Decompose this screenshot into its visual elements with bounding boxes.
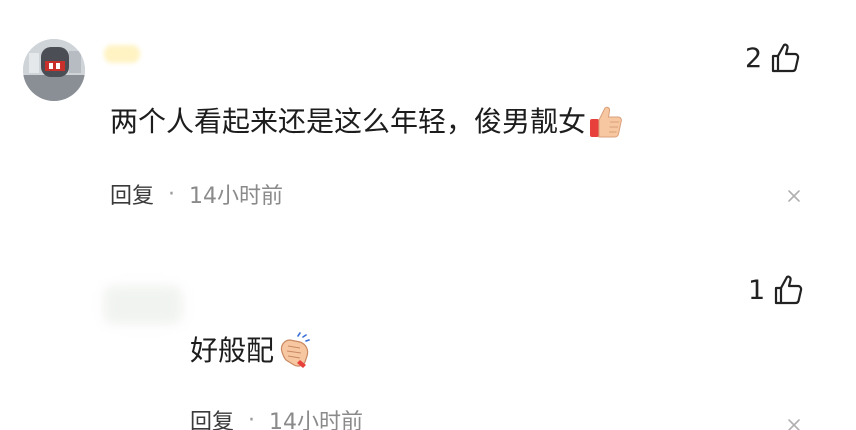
avatar-image bbox=[23, 39, 85, 101]
close-icon[interactable] bbox=[787, 418, 801, 430]
separator-dot: · bbox=[168, 181, 176, 207]
comment-meta: 回复 · 14小时前 bbox=[190, 404, 363, 430]
comment-meta: 回复 · 14小时前 bbox=[110, 178, 283, 210]
like-button[interactable]: 1 bbox=[748, 274, 803, 306]
reply-button[interactable]: 回复 bbox=[190, 404, 234, 430]
reply-button[interactable]: 回复 bbox=[110, 178, 154, 210]
comment-text: 两个人看起来还是这么年轻，俊男靓女 bbox=[110, 104, 624, 140]
username-blurred[interactable] bbox=[104, 286, 182, 324]
like-count: 2 bbox=[745, 42, 763, 74]
timestamp: 14小时前 bbox=[269, 410, 364, 430]
thumbs-up-icon bbox=[590, 106, 622, 138]
username-blurred[interactable] bbox=[104, 45, 140, 63]
comment-list: 2 两个人看起来还是这么年轻，俊男靓女 回复 · 14小时前 1 好般配 回复 … bbox=[0, 0, 856, 430]
comment-body: 好般配 bbox=[190, 334, 275, 368]
thumbs-up-icon bbox=[772, 43, 800, 73]
like-count: 1 bbox=[748, 274, 766, 306]
like-button[interactable]: 2 bbox=[745, 42, 800, 74]
separator-dot: · bbox=[248, 407, 256, 430]
close-icon[interactable] bbox=[787, 189, 801, 203]
timestamp: 14小时前 bbox=[189, 184, 284, 209]
clapping-hands-icon bbox=[280, 332, 310, 368]
avatar[interactable] bbox=[23, 39, 85, 101]
comment-text: 好般配 bbox=[190, 332, 314, 370]
comment-body: 两个人看起来还是这么年轻，俊男靓女 bbox=[110, 105, 587, 139]
thumbs-up-icon bbox=[775, 275, 803, 305]
